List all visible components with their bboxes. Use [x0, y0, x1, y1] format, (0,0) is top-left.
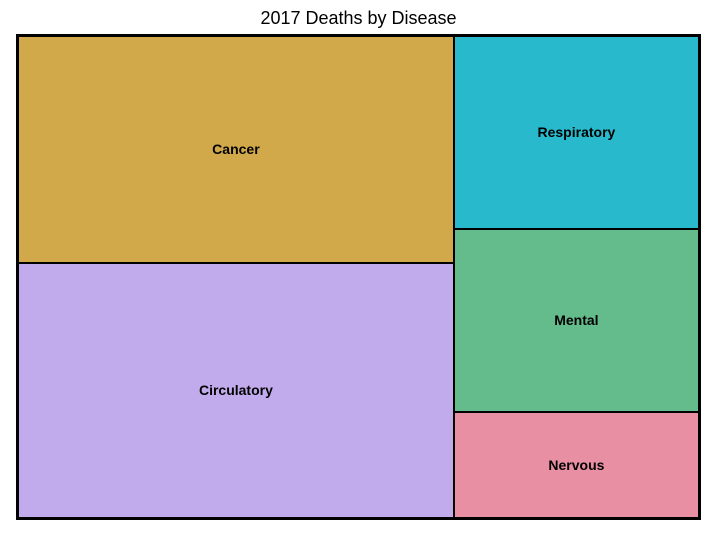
- treemap-area: Cancer Circulatory Respiratory Mental Nervou…: [16, 34, 701, 520]
- treemap-label: Mental: [554, 312, 598, 328]
- treemap-cell-respiratory: Respiratory: [454, 36, 699, 229]
- treemap-label: Nervous: [548, 457, 604, 473]
- treemap-cell-circulatory: Circulatory: [18, 263, 454, 518]
- treemap-label: Respiratory: [538, 124, 616, 140]
- chart-title: 2017 Deaths by Disease: [0, 0, 717, 33]
- treemap-chart: 2017 Deaths by Disease Cancer Circulatory…: [0, 0, 717, 538]
- treemap-label: Cancer: [212, 141, 259, 157]
- treemap-cell-mental: Mental: [454, 229, 699, 412]
- treemap-cell-nervous: Nervous: [454, 412, 699, 518]
- treemap-label: Circulatory: [199, 382, 273, 398]
- treemap-cell-cancer: Cancer: [18, 36, 454, 263]
